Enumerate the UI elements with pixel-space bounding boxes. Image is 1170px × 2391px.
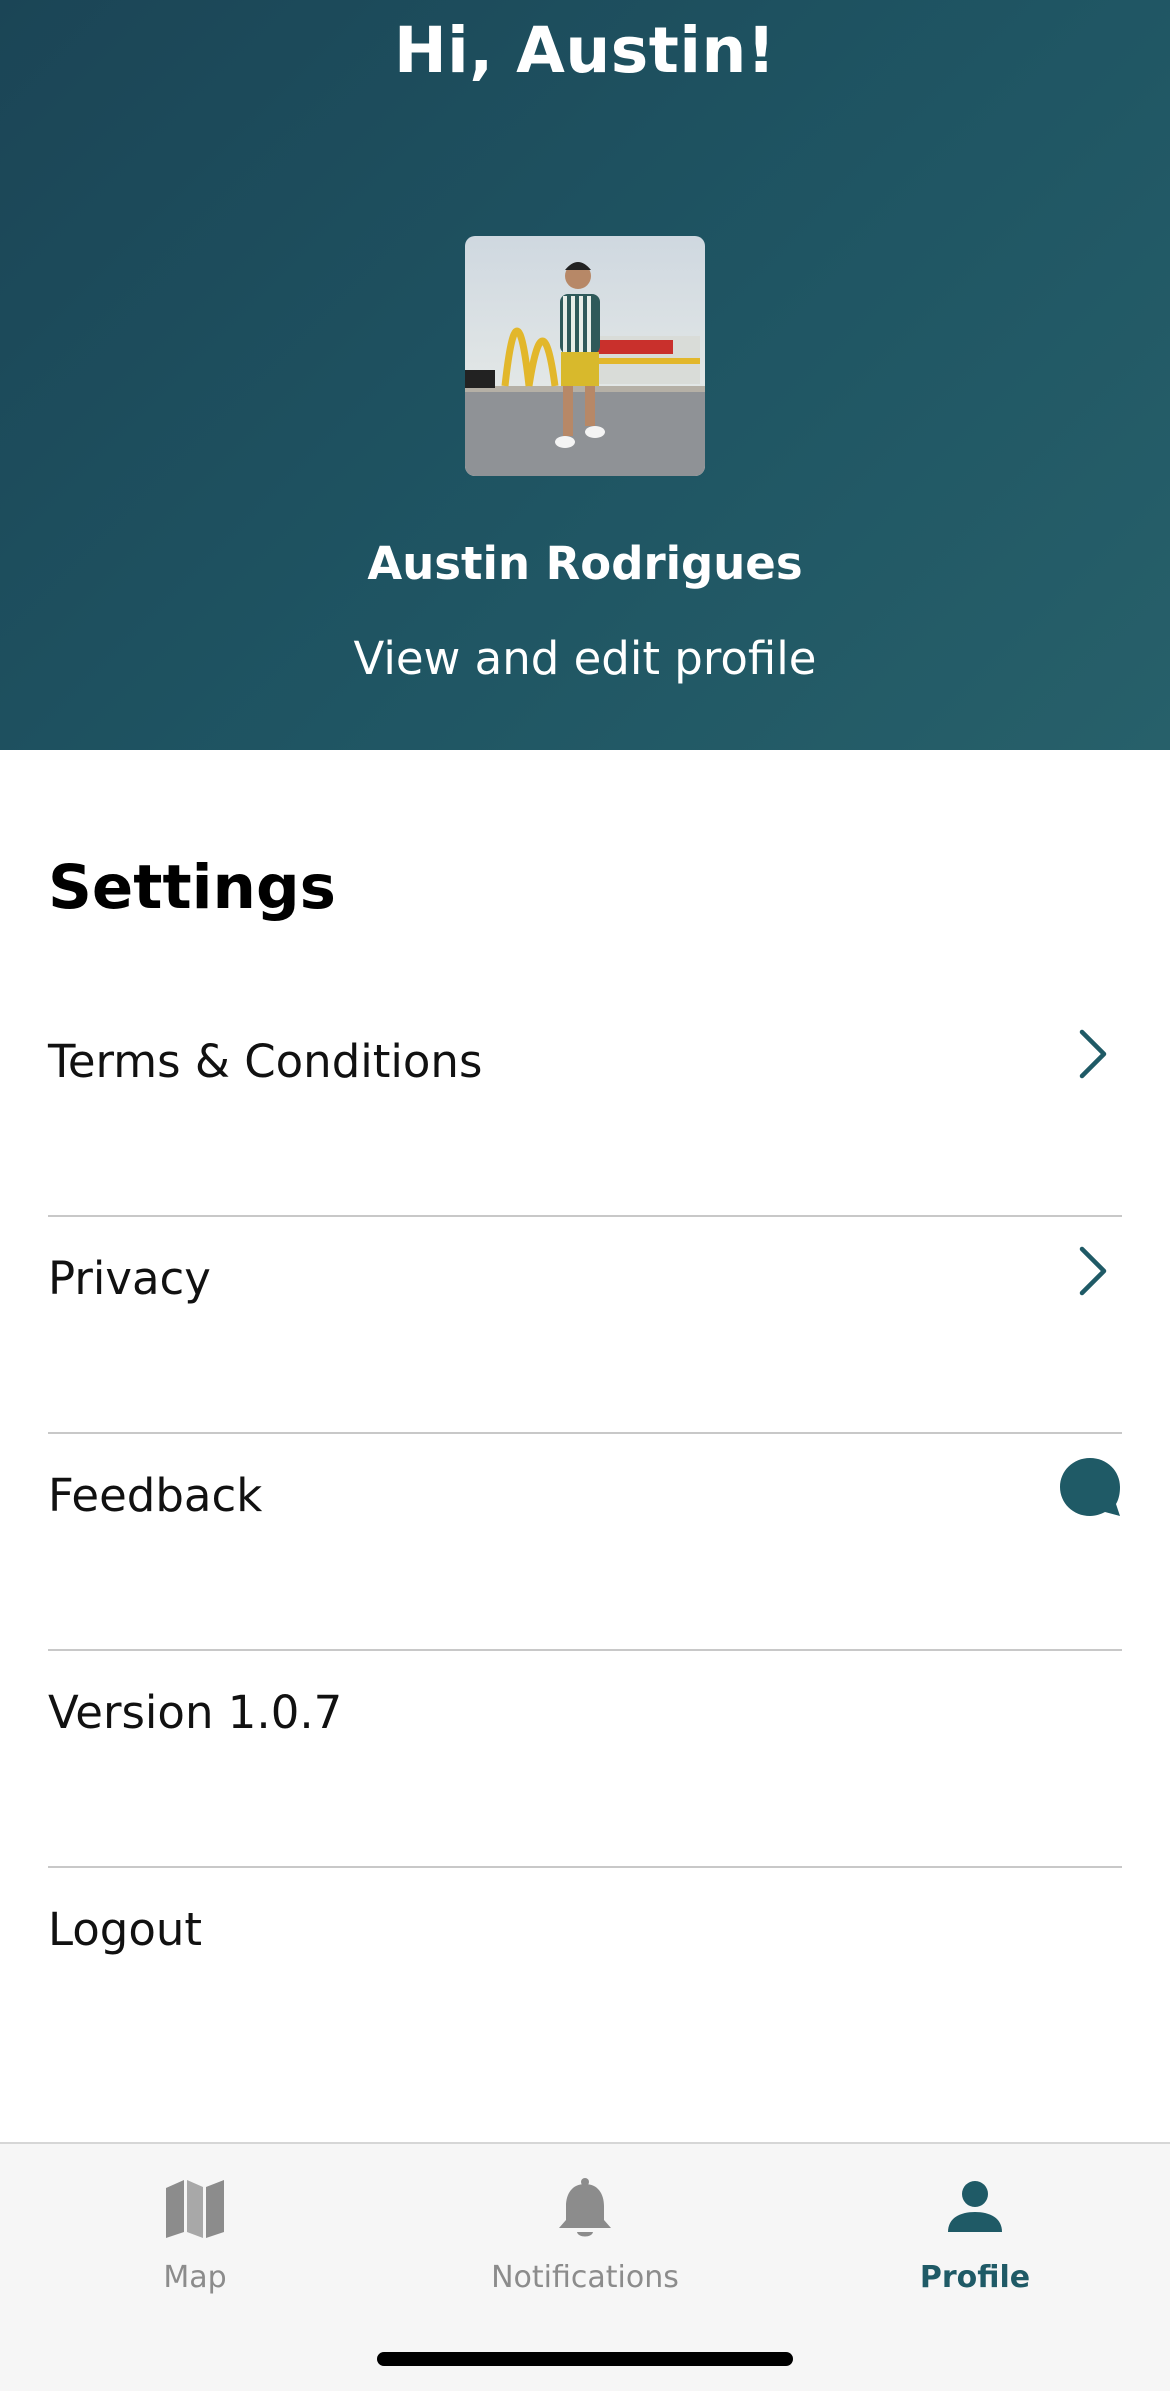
settings-heading: Settings xyxy=(48,852,336,923)
map-icon xyxy=(166,2180,224,2238)
settings-item-version: Version 1.0.7 xyxy=(48,1651,1122,1868)
tab-profile[interactable]: Profile xyxy=(780,2164,1170,2314)
settings-list: Terms & Conditions Privacy Feedback Vers… xyxy=(48,1000,1122,2085)
chevron-right-icon xyxy=(1079,1029,1107,1079)
tab-label: Profile xyxy=(919,2260,1031,2295)
settings-item-label: Feedback xyxy=(48,1469,263,1522)
settings-item-privacy[interactable]: Privacy xyxy=(48,1217,1122,1434)
bell-icon xyxy=(559,2178,611,2237)
person-icon xyxy=(948,2181,1002,2232)
chevron-right-icon xyxy=(1079,1246,1107,1296)
settings-item-label: Logout xyxy=(48,1903,203,1956)
settings-item-feedback[interactable]: Feedback xyxy=(48,1434,1122,1651)
settings-item-label: Privacy xyxy=(48,1252,211,1305)
profile-header: Hi, Austin! Austin Rodrigues View and ed… xyxy=(0,0,1170,750)
chat-bubble-icon xyxy=(1060,1458,1120,1516)
tab-label: Notifications xyxy=(491,2260,679,2295)
view-edit-profile-link[interactable]: View and edit profile xyxy=(0,632,1170,685)
home-indicator xyxy=(377,2352,793,2366)
avatar-photo xyxy=(465,236,705,476)
settings-item-label: Terms & Conditions xyxy=(48,1035,483,1088)
tab-label: Map xyxy=(163,2260,227,2295)
tab-notifications[interactable]: Notifications xyxy=(390,2164,780,2314)
tab-map[interactable]: Map xyxy=(0,2164,390,2314)
avatar[interactable] xyxy=(465,236,705,476)
greeting-title: Hi, Austin! xyxy=(393,14,777,87)
settings-item-terms[interactable]: Terms & Conditions xyxy=(48,1000,1122,1217)
settings-item-label: Version 1.0.7 xyxy=(48,1686,343,1739)
settings-item-logout[interactable]: Logout xyxy=(48,1868,1122,2085)
user-name: Austin Rodrigues xyxy=(367,537,803,590)
profile-screen: Hi, Austin! Austin Rodrigues View and ed… xyxy=(0,0,1170,2391)
